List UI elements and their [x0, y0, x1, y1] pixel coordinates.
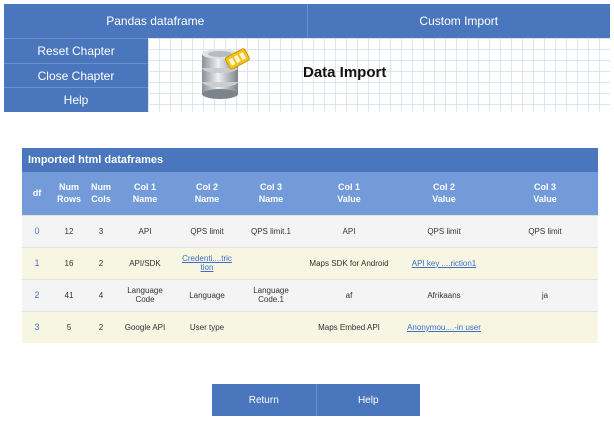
col3-name-cell: QPS limit.1	[240, 214, 302, 247]
num-rows-cell: 12	[52, 214, 86, 247]
col1-name-cell: API	[116, 214, 174, 247]
header-num-cols: Num Cols	[91, 182, 111, 205]
col2-name-cell: Credenti....tric tion	[174, 246, 240, 279]
close-chapter-button[interactable]: Close Chapter	[4, 62, 148, 88]
col2-value-link[interactable]: Anonymou....-in user	[407, 323, 481, 332]
col3-value-cell: ja	[492, 278, 598, 311]
bottom-help-button[interactable]: Help	[316, 384, 420, 416]
header-col3-value: Col 3 Value	[533, 182, 557, 205]
df-index[interactable]: 3	[22, 310, 52, 343]
page-title: Data Import	[303, 64, 387, 81]
col2-name-cell: QPS limit	[174, 214, 240, 247]
col2-value-link[interactable]: API key ....riction1	[412, 259, 476, 268]
top-tab-bar: Pandas dataframe Custom Import	[4, 4, 610, 38]
col3-name-cell: Language Code.1	[240, 278, 302, 311]
col2-value-cell: Afrikaans	[396, 278, 492, 311]
col1-name-cell: Language Code	[116, 278, 174, 311]
sidebar: Reset Chapter Close Chapter Help	[4, 38, 148, 113]
header-col3-name: Col 3 Name	[258, 182, 284, 205]
col2-value-cell: QPS limit	[396, 214, 492, 247]
header-num-rows: Num Rows	[56, 182, 81, 205]
col2-name-link[interactable]: Credenti....tric tion	[182, 254, 232, 272]
sidebar-help-button[interactable]: Help	[4, 87, 148, 113]
header-col1-value: Col 1 Value	[337, 182, 361, 205]
num-rows-cell: 41	[52, 278, 86, 311]
col3-value-cell	[492, 246, 598, 279]
col2-name-cell: Language	[174, 278, 240, 311]
col1-value-cell: af	[302, 278, 396, 311]
table-row: 3 5 2 Google API User type Maps Embed AP…	[22, 310, 598, 343]
table-row: 0 12 3 API QPS limit QPS limit.1 API QPS…	[22, 214, 598, 247]
col1-value-cell: Maps Embed API	[302, 310, 396, 343]
dataframes-table: df Num Rows Num Cols Col 1 Name Col 2 Name C…	[22, 172, 598, 343]
header-df: df	[32, 188, 42, 199]
df-index[interactable]: 2	[22, 278, 52, 311]
num-rows-cell: 5	[52, 310, 86, 343]
table-caption: Imported html dataframes	[22, 148, 598, 172]
header-col1-name: Col 1 Name	[132, 182, 158, 205]
database-icon	[202, 48, 250, 99]
col1-value-cell: Maps SDK for Android	[302, 246, 396, 279]
header-col2-name: Col 2 Name	[194, 182, 220, 205]
table-row: 2 41 4 Language Code Language Language C…	[22, 278, 598, 311]
col2-name-cell: User type	[174, 310, 240, 343]
custom-import-button[interactable]: Custom Import	[307, 4, 610, 38]
col2-value-cell: API key ....riction1	[396, 246, 492, 279]
col3-value-cell	[492, 310, 598, 343]
bottom-button-bar: Return Help	[212, 384, 420, 416]
df-index[interactable]: 1	[22, 246, 52, 279]
return-button[interactable]: Return	[212, 384, 317, 416]
num-rows-cell: 16	[52, 246, 86, 279]
header-col2-value: Col 2 Value	[432, 182, 456, 205]
col1-value-cell: API	[302, 214, 396, 247]
col3-name-cell	[240, 310, 302, 343]
col3-name-cell	[240, 246, 302, 279]
num-cols-cell: 2	[86, 246, 116, 279]
col3-value-cell: QPS limit	[492, 214, 598, 247]
header-banner: Data Import	[148, 38, 610, 112]
reset-chapter-button[interactable]: Reset Chapter	[4, 38, 148, 63]
table-row: 1 16 2 API/SDK Credenti....tric tion Map…	[22, 246, 598, 279]
col2-value-cell: Anonymou....-in user	[396, 310, 492, 343]
num-cols-cell: 3	[86, 214, 116, 247]
df-index[interactable]: 0	[22, 214, 52, 247]
table-header-row: df Num Rows Num Cols Col 1 Name Col 2 Name C…	[22, 172, 598, 215]
pandas-dataframe-button[interactable]: Pandas dataframe	[4, 4, 308, 38]
col1-name-cell: Google API	[116, 310, 174, 343]
num-cols-cell: 2	[86, 310, 116, 343]
dataframes-panel: Imported html dataframes df Num Rows Num C…	[22, 148, 598, 343]
num-cols-cell: 4	[86, 278, 116, 311]
col1-name-cell: API/SDK	[116, 246, 174, 279]
